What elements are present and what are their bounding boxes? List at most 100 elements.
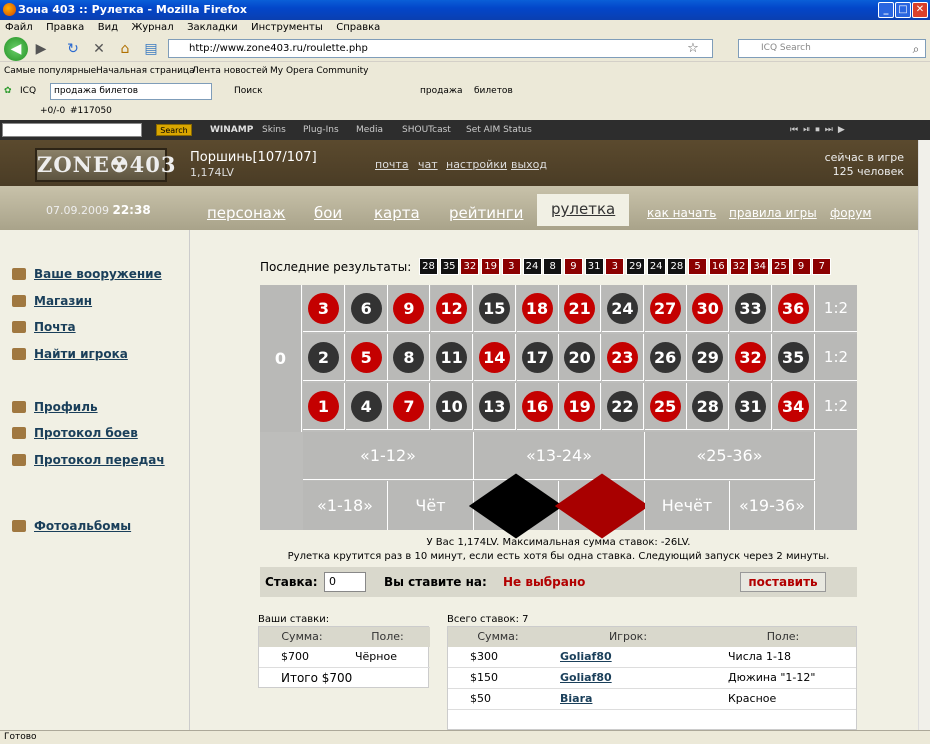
star-icon[interactable]: ☆ — [682, 38, 704, 60]
bet-number-cell[interactable]: 21 — [559, 285, 602, 332]
bet-dozen-3[interactable]: «25-36» — [645, 432, 815, 480]
bet-number-cell[interactable]: 14 — [473, 334, 516, 381]
bet-low[interactable]: «1-18» — [303, 481, 388, 530]
menu-bookmarks[interactable]: Закладки — [182, 20, 243, 35]
link-settings[interactable]: настройки — [446, 158, 507, 171]
url-input[interactable]: http://www.zone403.ru/roulette.php — [168, 39, 713, 58]
sidebar-item-battle-log[interactable]: Протокол боев — [12, 426, 138, 440]
bet-number-cell[interactable]: 11 — [431, 334, 474, 381]
link-forum[interactable]: форум — [830, 206, 871, 220]
sidebar-item-find-player[interactable]: Найти игрока — [12, 347, 128, 361]
winamp-aim-status[interactable]: Set AIM Status — [466, 125, 532, 135]
stop-icon[interactable]: ✕ — [88, 38, 110, 60]
bet-number-cell[interactable]: 9 — [388, 285, 431, 332]
bet-number-cell[interactable]: 5 — [345, 334, 388, 381]
home-icon[interactable]: ⌂ — [114, 38, 136, 60]
bet-high[interactable]: «19-36» — [730, 481, 815, 530]
bet-number-cell[interactable]: 34 — [772, 383, 815, 430]
bet-number-cell[interactable]: 35 — [772, 334, 815, 381]
menu-history[interactable]: Журнал — [126, 20, 178, 35]
bet-number-cell[interactable]: 18 — [516, 285, 559, 332]
site-logo[interactable]: ZONE☢403 — [35, 148, 176, 182]
icq-search-button[interactable]: Поиск — [234, 86, 263, 96]
bet-number-cell[interactable]: 32 — [730, 334, 772, 381]
bet-black[interactable] — [468, 472, 564, 539]
bet-number-cell[interactable]: 17 — [516, 334, 559, 381]
bet-number-cell[interactable]: 15 — [473, 285, 516, 332]
place-bet-button[interactable]: поставить — [740, 572, 826, 592]
bet-number-cell[interactable]: 19 — [559, 383, 602, 430]
bet-number-cell[interactable]: 20 — [559, 334, 602, 381]
menu-file[interactable]: Файл — [0, 20, 38, 35]
bet-number-cell[interactable]: 26 — [644, 334, 687, 381]
tab-character[interactable]: персонаж — [207, 204, 286, 222]
bet-number-cell[interactable]: 30 — [687, 285, 730, 332]
bet-number-cell[interactable]: 8 — [388, 334, 431, 381]
tab-map[interactable]: карта — [374, 204, 420, 222]
bet-number-cell[interactable]: 3 — [303, 285, 345, 332]
search-magnifier-icon[interactable]: ⌕ — [905, 38, 927, 60]
icq-label[interactable]: ICQ — [20, 86, 36, 96]
bookmark-opera-community[interactable]: My Opera Community — [270, 66, 368, 76]
bet-number-cell[interactable]: 1 — [303, 383, 345, 430]
winamp-plugins[interactable]: Plug-Ins — [303, 125, 339, 135]
bet-column-top[interactable]: 1:2 — [815, 285, 857, 332]
bookmark-news-feed[interactable]: Лента новостей — [192, 66, 268, 76]
bet-number-cell[interactable]: 36 — [772, 285, 815, 332]
winamp-brand[interactable]: WINAMP — [210, 125, 253, 135]
maximize-button[interactable]: □ — [895, 2, 911, 18]
bet-number-cell[interactable]: 6 — [345, 285, 388, 332]
sidebar-item-profile[interactable]: Профиль — [12, 400, 98, 414]
user-id[interactable]: #117050 — [70, 106, 112, 116]
sidebar-item-photo-albums[interactable]: Фотоальбомы — [12, 519, 131, 533]
icq-item-tickets[interactable]: билетов — [474, 86, 513, 96]
winamp-playback-controls[interactable]: ⏮⏯⏹⏭▶ — [790, 125, 850, 135]
tab-battles[interactable]: бои — [314, 204, 342, 222]
bet-red[interactable] — [554, 472, 649, 539]
bookmark-start-page[interactable]: Начальная страница — [96, 66, 195, 76]
minimize-button[interactable]: _ — [878, 2, 894, 18]
bet-number-cell[interactable]: 7 — [388, 383, 431, 430]
link-chat[interactable]: чат — [418, 158, 438, 171]
bet-number-cell[interactable]: 4 — [345, 383, 388, 430]
menu-tools[interactable]: Инструменты — [246, 20, 328, 35]
close-button[interactable]: ✕ — [912, 2, 928, 18]
winamp-shoutcast[interactable]: SHOUTcast — [402, 125, 451, 135]
vertical-scrollbar[interactable] — [918, 140, 930, 730]
bet-number-cell[interactable]: 16 — [516, 383, 559, 430]
bet-number-cell[interactable]: 2 — [303, 334, 345, 381]
menu-view[interactable]: Вид — [93, 20, 123, 35]
bookmark-most-visited[interactable]: Самые популярные — [4, 66, 96, 76]
winamp-search-button[interactable]: Search — [156, 124, 192, 136]
bet-number-cell[interactable]: 31 — [730, 383, 772, 430]
link-logout[interactable]: выход — [511, 158, 547, 171]
player-link[interactable]: Goliaf80 — [560, 668, 612, 688]
bet-number-cell[interactable]: 29 — [687, 334, 730, 381]
bet-column-bottom[interactable]: 1:2 — [815, 383, 857, 430]
bookmark-manager-icon[interactable]: ▤ — [140, 38, 162, 60]
player-link[interactable]: Biara — [560, 689, 592, 709]
winamp-media[interactable]: Media — [356, 125, 383, 135]
link-mail[interactable]: почта — [375, 158, 409, 171]
bet-number-cell[interactable]: 10 — [431, 383, 474, 430]
link-how-to-start[interactable]: как начать — [647, 206, 716, 220]
forward-arrow-icon[interactable]: ▶ — [30, 38, 52, 60]
back-arrow-icon[interactable]: ◀ — [4, 37, 28, 61]
bet-number-cell[interactable]: 13 — [473, 383, 516, 430]
bet-number-cell[interactable]: 27 — [644, 285, 687, 332]
reload-icon[interactable]: ↻ — [62, 38, 84, 60]
bet-number-cell[interactable]: 28 — [687, 383, 730, 430]
sidebar-item-transfer-log[interactable]: Протокол передач — [12, 453, 165, 467]
search-input[interactable]: ICQ Search — [738, 39, 926, 58]
bet-number-cell[interactable]: 22 — [601, 383, 644, 430]
bet-even[interactable]: Чёт — [388, 481, 474, 530]
bet-amount-input[interactable]: 0 — [324, 572, 366, 592]
rating-counter[interactable]: +0/-0 — [40, 106, 65, 116]
bet-column-middle[interactable]: 1:2 — [815, 334, 857, 381]
winamp-skins[interactable]: Skins — [262, 125, 286, 135]
sidebar-item-shop[interactable]: Магазин — [12, 294, 92, 308]
bet-odd[interactable]: Нечёт — [645, 481, 730, 530]
bet-zero[interactable]: 0 — [260, 285, 302, 432]
player-link[interactable]: Goliaf80 — [560, 647, 612, 667]
tab-roulette[interactable]: рулетка — [537, 194, 630, 226]
